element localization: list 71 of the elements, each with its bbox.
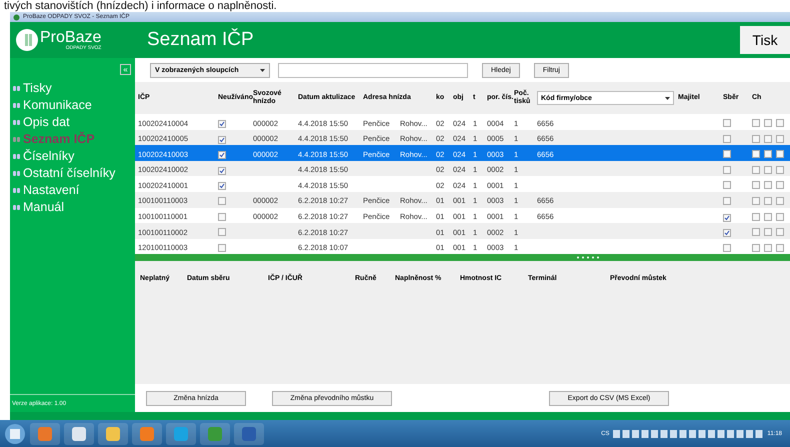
checkbox[interactable]: [723, 196, 731, 205]
binoculars-icon: [13, 102, 20, 108]
checkbox[interactable]: [218, 244, 226, 252]
checkbox[interactable]: [218, 120, 226, 128]
app-icon: [13, 14, 20, 20]
checkbox[interactable]: [776, 244, 784, 252]
checkbox[interactable]: [764, 181, 772, 190]
checkbox[interactable]: [723, 166, 731, 174]
checkbox[interactable]: [764, 196, 772, 205]
print-button[interactable]: Tisk: [740, 26, 790, 54]
search-field[interactable]: [278, 62, 468, 78]
taskbar-app-icon[interactable]: [234, 422, 264, 444]
checkbox[interactable]: [723, 229, 731, 238]
checkbox[interactable]: [764, 212, 772, 221]
checkbox[interactable]: [752, 196, 760, 205]
checkbox[interactable]: [776, 134, 784, 143]
checkbox[interactable]: [776, 212, 784, 221]
checkbox[interactable]: [752, 181, 760, 190]
binoculars-icon: [13, 204, 20, 210]
logo-icon: [16, 29, 38, 51]
checkbox[interactable]: [776, 181, 784, 190]
checkbox[interactable]: [776, 150, 784, 158]
checkbox[interactable]: [764, 244, 772, 252]
checkbox[interactable]: [723, 181, 731, 190]
checkbox[interactable]: [764, 119, 772, 127]
tray-icons[interactable]: [613, 430, 764, 438]
binoculars-icon: [13, 170, 20, 176]
checkbox[interactable]: [218, 228, 226, 236]
checkbox[interactable]: [776, 196, 784, 205]
checkbox[interactable]: [752, 134, 760, 143]
checkbox[interactable]: [752, 150, 760, 158]
binoculars-icon: [13, 186, 20, 192]
checkbox[interactable]: [723, 134, 731, 143]
checkbox[interactable]: [776, 119, 784, 127]
checkbox[interactable]: [723, 150, 731, 158]
caret-icon: [665, 96, 670, 100]
checkbox[interactable]: [764, 228, 772, 236]
checkbox[interactable]: [776, 166, 784, 174]
binoculars-icon: [13, 118, 20, 124]
checkbox[interactable]: [764, 150, 772, 158]
checkbox[interactable]: [752, 212, 760, 221]
slide-heading: tivých stanovištích (hnízdech) i informace o naplněnosti.: [3, 0, 278, 12]
checkbox[interactable]: [752, 228, 760, 236]
binoculars-icon: [13, 84, 20, 90]
taskbar-app-icon[interactable]: [166, 422, 196, 444]
binoculars-icon: [13, 152, 20, 158]
checkbox[interactable]: [752, 166, 760, 174]
checkbox[interactable]: [752, 119, 760, 127]
taskbar-app-icon[interactable]: [64, 422, 94, 444]
binoculars-icon: [13, 136, 20, 142]
checkbox[interactable]: [723, 244, 731, 252]
page-title: Seznam IČP: [146, 29, 255, 51]
checkbox[interactable]: [764, 166, 772, 174]
logo-name: ProBaze: [40, 30, 102, 44]
start-icon[interactable]: [4, 422, 26, 444]
checkbox[interactable]: [723, 119, 731, 127]
checkbox[interactable]: [752, 244, 760, 252]
checkbox[interactable]: [218, 151, 226, 160]
checkbox[interactable]: [723, 214, 731, 222]
checkbox[interactable]: [218, 166, 226, 175]
checkbox[interactable]: [218, 196, 226, 205]
caret-icon: [260, 68, 265, 72]
taskbar-app-icon[interactable]: [132, 422, 162, 444]
checkbox[interactable]: [764, 134, 772, 143]
checkbox[interactable]: [218, 136, 226, 144]
checkbox[interactable]: [776, 228, 784, 236]
splitter-bar[interactable]: [135, 254, 790, 262]
checkbox[interactable]: [218, 212, 226, 221]
checkbox[interactable]: [218, 182, 226, 190]
taskbar-app-icon[interactable]: [98, 422, 128, 444]
grip-icon: [576, 256, 600, 260]
